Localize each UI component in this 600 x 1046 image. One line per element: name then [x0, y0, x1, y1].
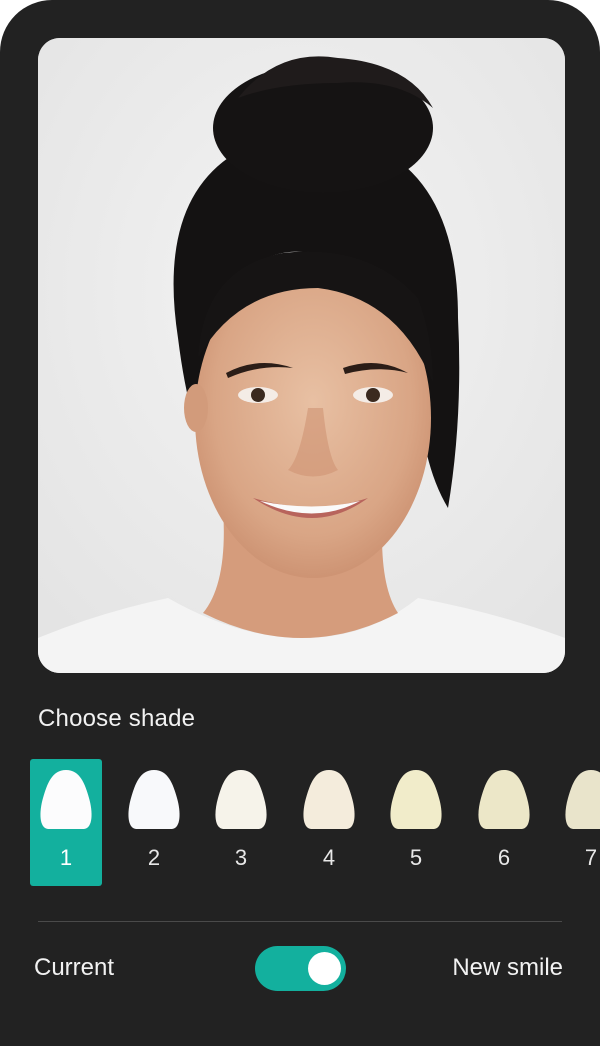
new-smile-label: New smile: [452, 954, 563, 981]
before-after-toggle[interactable]: [255, 946, 346, 991]
smile-preview-photo: [38, 38, 565, 673]
shade-number: 2: [147, 845, 161, 870]
divider: [38, 921, 562, 922]
choose-shade-heading: Choose shade: [38, 705, 196, 732]
tooth-swatch-icon: [478, 770, 530, 829]
shade-number: 3: [234, 845, 248, 870]
shade-option-7[interactable]: 7: [555, 759, 600, 886]
tooth-swatch-icon: [40, 770, 92, 829]
shade-option-6[interactable]: 6: [468, 759, 540, 886]
shade-option-2[interactable]: 2: [118, 759, 190, 886]
tooth-swatch-icon: [128, 770, 180, 829]
shade-option-3[interactable]: 3: [205, 759, 277, 886]
shade-number: 7: [584, 845, 598, 870]
shade-option-4[interactable]: 4: [293, 759, 365, 886]
toggle-knob: [308, 952, 341, 985]
tooth-swatch-icon: [390, 770, 442, 829]
tooth-swatch-icon: [303, 770, 355, 829]
shade-option-5[interactable]: 5: [380, 759, 452, 886]
app-screen: Choose shade 1 2 3 4 5 6 7 Current New smile: [0, 0, 600, 1046]
shade-number: 6: [497, 845, 511, 870]
shade-number: 5: [409, 845, 423, 870]
current-label: Current: [34, 954, 115, 981]
tooth-swatch-icon: [565, 770, 600, 829]
shade-option-1[interactable]: 1: [30, 759, 102, 886]
tooth-swatch-icon: [215, 770, 267, 829]
shade-number: 1: [59, 845, 73, 870]
portrait-photo: [38, 38, 565, 673]
shade-number: 4: [322, 845, 336, 870]
shade-selector: 1 2 3 4 5 6 7: [30, 759, 600, 886]
